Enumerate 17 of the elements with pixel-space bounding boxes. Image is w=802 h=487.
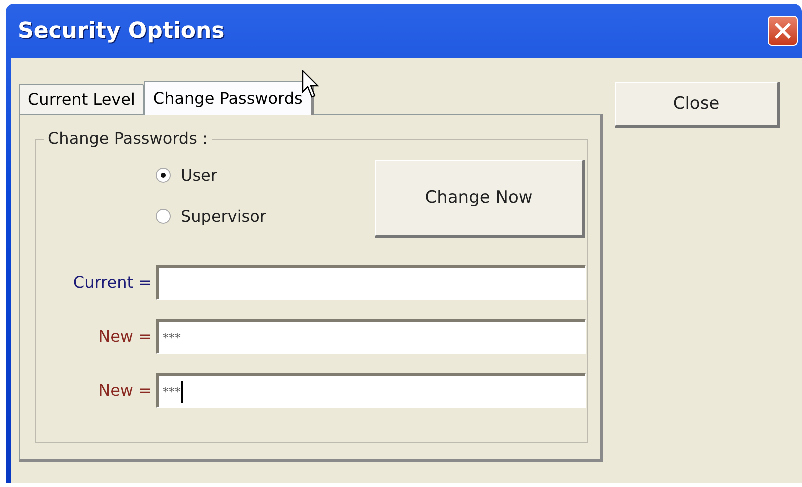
tab[interactable]: Current Level bbox=[19, 84, 144, 114]
radio-button[interactable]: User bbox=[156, 166, 266, 185]
cursor-icon bbox=[302, 70, 322, 100]
window-title: Security Options bbox=[18, 18, 225, 44]
field-label: New = bbox=[98, 381, 152, 400]
group-title: Change Passwords : bbox=[44, 129, 212, 148]
close-button[interactable]: Close bbox=[615, 82, 780, 128]
radio-button[interactable]: Supervisor bbox=[156, 207, 266, 226]
password-field[interactable]: *** bbox=[156, 319, 586, 354]
password-field[interactable]: *** bbox=[156, 373, 586, 408]
tab[interactable]: Change Passwords bbox=[144, 81, 314, 115]
change-now-button[interactable]: Change Now bbox=[375, 160, 585, 238]
close-window-button[interactable] bbox=[768, 16, 798, 46]
field-label: Current = bbox=[72, 273, 152, 292]
password-field[interactable] bbox=[156, 265, 586, 300]
close-icon bbox=[773, 21, 793, 41]
field-label: New = bbox=[98, 327, 152, 346]
